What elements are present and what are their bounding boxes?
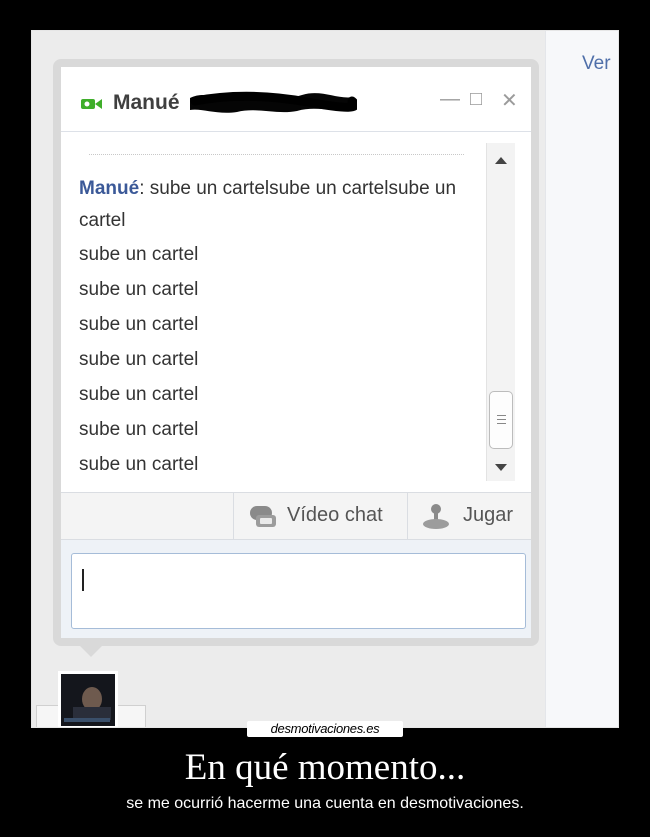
message-line: sube un cartel	[79, 349, 199, 370]
scroll-down-icon[interactable]	[495, 464, 507, 471]
message-line: sube un cartel	[79, 384, 199, 405]
close-icon[interactable]: ✕	[501, 88, 518, 113]
video-chat-icon	[250, 506, 276, 527]
maximize-icon[interactable]: □	[470, 88, 482, 111]
message-list: Manué: sube un cartelsube un cartelsube …	[61, 132, 486, 492]
grip-line	[497, 415, 506, 416]
message-scrollbar[interactable]	[486, 143, 515, 481]
avatar-image	[61, 674, 115, 726]
contact-avatar[interactable]	[58, 671, 118, 727]
chat-action-bar: Vídeo chat Jugar	[61, 492, 531, 540]
ver-link[interactable]: Ver	[582, 53, 611, 75]
message-line: sube un cartel	[79, 279, 199, 300]
grip-line	[497, 419, 506, 420]
first-message: Manué: sube un cartelsube un cartelsube …	[79, 173, 479, 237]
poster-title: En qué momento...	[184, 747, 466, 788]
message-line: sube un cartel	[79, 244, 199, 265]
message-line: sube un cartel	[79, 454, 199, 475]
message-input[interactable]	[71, 553, 526, 629]
message-divider	[89, 154, 464, 155]
message-sender[interactable]: Manué	[79, 178, 139, 199]
scroll-thumb[interactable]	[489, 391, 513, 449]
message-line: sube un cartel	[79, 314, 199, 335]
contact-name: Manué	[113, 91, 180, 114]
right-sidebar	[545, 31, 618, 727]
grip-line	[497, 423, 506, 424]
screenshot-frame: Ver Manué — □ ✕ Manué: sube un cartelsub…	[31, 30, 619, 728]
chat-titlebar[interactable]: Manué — □ ✕	[61, 67, 531, 132]
game-label: Jugar	[463, 504, 514, 526]
compose-area	[61, 540, 531, 638]
video-chat-button[interactable]: Vídeo chat	[233, 493, 408, 539]
text-caret	[82, 569, 84, 591]
poster-subtitle: se me ocurrió hacerme una cuenta en desm…	[126, 795, 524, 812]
video-chat-label: Vídeo chat	[287, 504, 383, 526]
message-line: sube un cartel	[79, 419, 199, 440]
site-watermark: desmotivaciones.es	[247, 721, 403, 737]
joystick-icon	[423, 504, 449, 529]
game-button[interactable]: Jugar	[407, 493, 532, 539]
scroll-up-icon[interactable]	[495, 157, 507, 164]
video-camera-icon	[81, 99, 102, 109]
chat-window: Manué — □ ✕ Manué: sube un cartelsube un…	[53, 59, 539, 646]
minimize-icon[interactable]: —	[440, 88, 460, 111]
redaction-scribble	[190, 91, 357, 113]
chat-window-pointer	[77, 643, 105, 657]
